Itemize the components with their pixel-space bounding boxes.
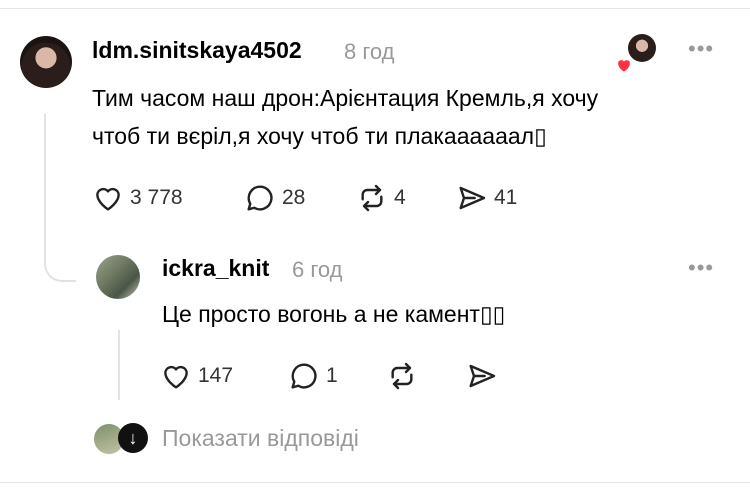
post-time: 8 год [344,39,395,64]
repost-icon [391,362,413,390]
liked-heart-icon [614,55,634,75]
reply-time: 6 год [292,257,343,282]
reply-share-button[interactable] [466,360,498,392]
share-icon [469,364,496,388]
like-button[interactable]: 3 778 [92,182,183,214]
heart-icon [96,187,120,211]
heart-icon [164,365,188,389]
show-replies-link[interactable]: Показати відповіді [162,425,359,452]
reply-text: Це просто вогонь а не камент▯▯ [162,301,506,327]
reply-like-count: 147 [198,364,234,387]
comment-icon [291,363,317,389]
top-divider [0,8,750,9]
reply-like-button[interactable]: 147 [160,360,233,392]
author-avatar[interactable] [20,36,72,88]
comment-count: 28 [282,186,306,209]
reply-comment-count: 1 [326,364,338,387]
repost-button[interactable]: 4 [356,182,406,214]
comment-icon [247,185,273,211]
arrow-down-icon: ↓ [118,423,148,453]
post-text-line2: чтоб ти вєріл,я хочу чтоб ти плакаааааал… [92,123,547,149]
bottom-divider [0,482,750,483]
reply-comment-button[interactable]: 1 [288,360,338,392]
thread-connector [44,114,76,282]
reply-avatar[interactable] [96,255,140,299]
post-username[interactable]: ldm.sinitskaya4502 [92,37,302,64]
repost-count: 4 [394,186,406,209]
reply-username[interactable]: ickra_knit [162,255,269,282]
share-button[interactable]: 41 [456,182,517,214]
comment-button[interactable]: 28 [244,182,305,214]
share-count: 41 [494,186,518,209]
reply-more-icon[interactable]: ••• [688,255,714,281]
reply-thread-line [118,330,120,400]
like-count: 3 778 [130,186,183,209]
reply-repost-button[interactable] [386,360,418,392]
post-text-line1: Тим часом наш дрон:Арієнтация Кремль,я х… [92,85,599,111]
post-more-icon[interactable]: ••• [688,36,714,62]
share-icon [459,186,486,210]
repost-icon [361,184,383,212]
